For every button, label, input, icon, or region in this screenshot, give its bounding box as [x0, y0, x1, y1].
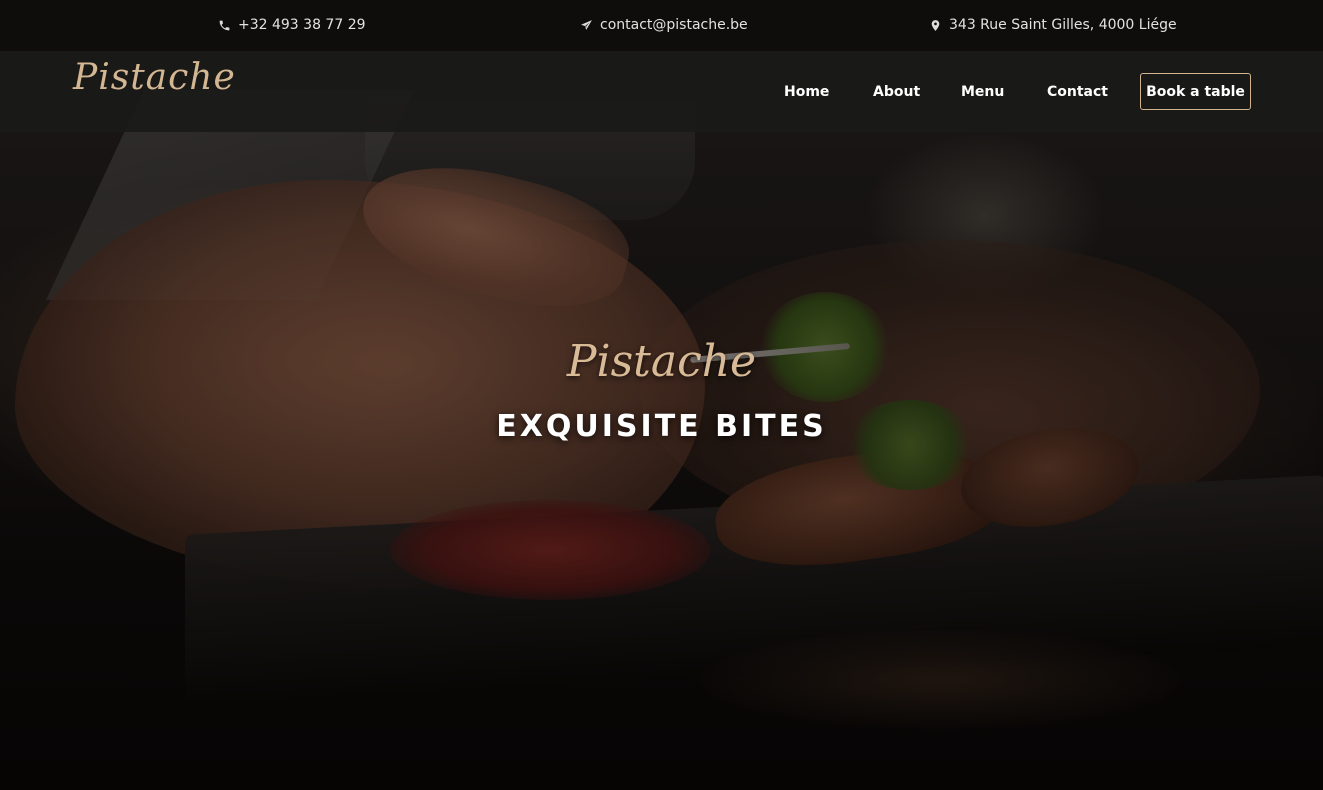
contact-address[interactable]: 343 Rue Saint Gilles, 4000 Liége — [929, 15, 1177, 35]
map-pin-icon — [931, 19, 940, 31]
nav-menu[interactable]: Menu — [961, 83, 1004, 101]
book-a-table-button[interactable]: Book a table — [1140, 73, 1251, 110]
nav-about[interactable]: About — [873, 83, 920, 101]
nav-contact[interactable]: Contact — [1047, 83, 1108, 101]
top-contact-bar: +32 493 38 77 29 contact@pistache.be 343… — [0, 0, 1323, 51]
street-address: 343 Rue Saint Gilles, 4000 Liége — [949, 17, 1177, 33]
email-address: contact@pistache.be — [600, 17, 748, 33]
hero-headline: EXQUISITE BITES — [496, 409, 827, 444]
phone-icon — [219, 20, 230, 30]
contact-phone[interactable]: +32 493 38 77 29 — [218, 15, 366, 35]
paper-plane-icon — [581, 19, 592, 30]
site-logo[interactable]: Pistache — [73, 60, 236, 96]
phone-number: +32 493 38 77 29 — [238, 17, 366, 33]
nav-home[interactable]: Home — [784, 83, 829, 101]
hero-script-title: Pistache — [566, 336, 757, 387]
contact-email[interactable]: contact@pistache.be — [580, 15, 748, 35]
